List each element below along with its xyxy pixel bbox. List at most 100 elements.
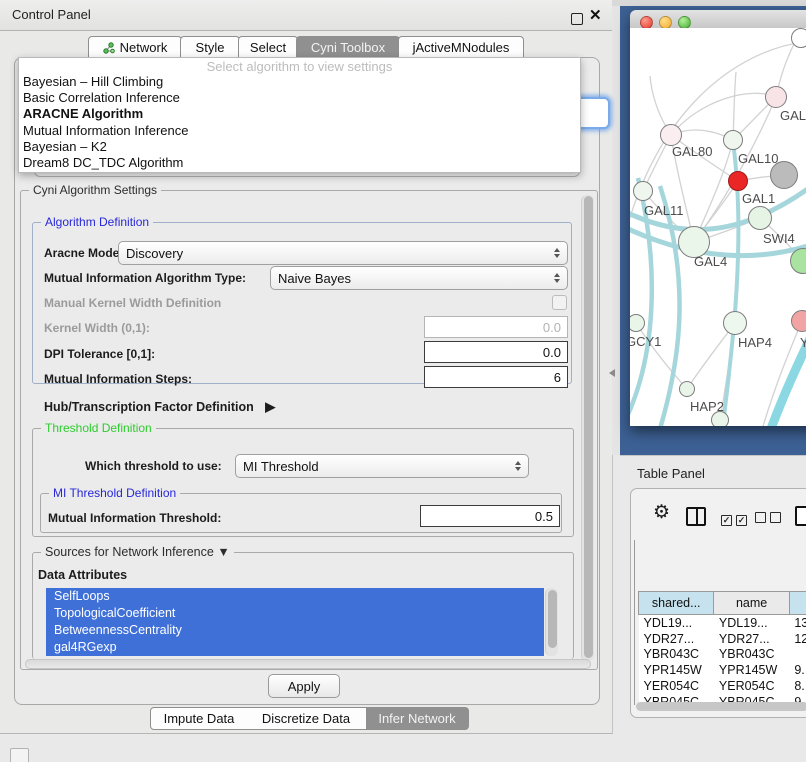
table-row[interactable]: YDR27...YDR27...12 bbox=[639, 631, 806, 647]
splitter-collapse-arrow[interactable] bbox=[609, 369, 615, 377]
table-cell: 8. bbox=[789, 678, 806, 694]
table-row[interactable]: YBR043CYBR043C bbox=[639, 647, 806, 663]
tab-jactivemnodules[interactable]: jActiveMNodules bbox=[398, 36, 524, 58]
list-item[interactable]: gal4RGexp bbox=[46, 639, 544, 656]
network-node-label: GAL80 bbox=[672, 144, 712, 159]
dropdown-item[interactable]: Bayesian – K2 bbox=[19, 139, 580, 155]
network-node[interactable] bbox=[723, 311, 747, 335]
tab-cyni-toolbox[interactable]: Cyni Toolbox bbox=[296, 36, 400, 58]
list-item[interactable]: SelfLoops bbox=[46, 588, 544, 605]
network-node[interactable] bbox=[711, 411, 729, 426]
which-threshold-select[interactable]: MI Threshold bbox=[235, 454, 529, 478]
settings-horizontal-scrollbar[interactable] bbox=[25, 659, 591, 669]
dropdown-item[interactable]: Mutual Information Inference bbox=[19, 123, 580, 139]
table-cell: YDR27... bbox=[639, 631, 714, 647]
list-item[interactable]: TopologicalCoefficient bbox=[46, 605, 544, 622]
control-panel-titlebar: Control Panel ✕ bbox=[0, 0, 612, 31]
dropdown-item-aracne[interactable]: ARACNE Algorithm bbox=[19, 106, 580, 122]
network-node[interactable] bbox=[791, 310, 806, 332]
control-panel-title: Control Panel bbox=[12, 7, 91, 22]
network-node[interactable] bbox=[633, 181, 653, 201]
scrollbar-thumb[interactable] bbox=[584, 196, 593, 658]
select-all-rows-icon[interactable]: ✓✓ bbox=[721, 510, 751, 528]
mi-type-label: Mutual Information Algorithm Type: bbox=[44, 271, 246, 285]
column-header-shared-name[interactable]: shared... bbox=[639, 592, 714, 615]
table-row[interactable]: YER054CYER054C8. bbox=[639, 678, 806, 694]
collapse-triangle-icon[interactable]: ▼ bbox=[217, 545, 229, 559]
float-panel-icon[interactable] bbox=[10, 748, 29, 762]
hub-definition-toggle[interactable]: Hub/Transcription Factor Definition ▶ bbox=[44, 399, 275, 415]
table-horizontal-scrollbar[interactable] bbox=[636, 702, 806, 711]
kernel-width-field[interactable]: 0.0 bbox=[424, 316, 568, 338]
table-cell: 12 bbox=[789, 631, 806, 647]
table-cell: YER054C bbox=[714, 678, 789, 694]
network-node[interactable] bbox=[723, 130, 743, 150]
manual-kernel-checkbox[interactable] bbox=[552, 295, 567, 310]
gear-icon[interactable]: ⚙ bbox=[653, 501, 670, 524]
dropdown-item[interactable]: Bayesian – Hill Climbing bbox=[19, 74, 580, 90]
dropdown-item[interactable]: Dream8 DC_TDC Algorithm bbox=[19, 155, 580, 171]
data-attributes-list[interactable]: SelfLoops TopologicalCoefficient Between… bbox=[46, 588, 544, 656]
mi-steps-field[interactable]: 6 bbox=[424, 366, 568, 388]
desktop-top-strip bbox=[612, 0, 806, 6]
group-title: Threshold Definition bbox=[41, 421, 156, 435]
network-node[interactable] bbox=[770, 161, 798, 189]
expand-triangle-icon[interactable]: ▶ bbox=[265, 399, 275, 414]
combo-value: Discovery bbox=[126, 246, 183, 261]
split-columns-icon[interactable] bbox=[686, 507, 706, 526]
tab-label: Network bbox=[120, 40, 168, 55]
tab-discretize-data[interactable]: Discretize Data bbox=[246, 707, 367, 730]
tab-label: jActiveMNodules bbox=[413, 40, 510, 55]
manual-kernel-label: Manual Kernel Width Definition bbox=[44, 296, 221, 310]
network-node-label: GAL1 bbox=[742, 191, 775, 206]
network-node-label: GAL bbox=[780, 108, 806, 123]
close-icon[interactable]: ✕ bbox=[589, 6, 602, 24]
table-scroll-area[interactable]: shared... name YDL19...YDL19...13YDR27..… bbox=[634, 540, 806, 705]
tab-network[interactable]: Network bbox=[88, 36, 182, 58]
table-cell: YDR27... bbox=[714, 631, 789, 647]
mi-type-select[interactable]: Naive Bayes bbox=[270, 266, 568, 290]
table-row[interactable]: YDL19...YDL19...13 bbox=[639, 615, 806, 631]
network-canvas[interactable]: GALGAL80GAL10GAL1GAL11SWI4GAL4GCY1HAP4YH… bbox=[630, 28, 806, 426]
app-screen: Control Panel ✕ Network Style Select Cyn… bbox=[0, 0, 806, 762]
tab-style[interactable]: Style bbox=[180, 36, 240, 58]
network-node[interactable] bbox=[765, 86, 787, 108]
dpi-tolerance-field[interactable]: 0.0 bbox=[424, 341, 568, 363]
column-header[interactable] bbox=[789, 592, 806, 615]
scrollbar-thumb[interactable] bbox=[548, 590, 557, 648]
aracne-mode-select[interactable]: Discovery bbox=[118, 241, 568, 265]
table-cell: YDL19... bbox=[714, 615, 789, 631]
list-item[interactable]: BetweennessCentrality bbox=[46, 622, 544, 639]
control-panel: Control Panel ✕ Network Style Select Cyn… bbox=[0, 0, 613, 734]
table-row[interactable]: YPR145WYPR145W9. bbox=[639, 662, 806, 678]
settings-vertical-scrollbar[interactable] bbox=[581, 195, 594, 661]
new-function-icon[interactable] bbox=[795, 506, 806, 526]
network-node-label: GCY1 bbox=[630, 334, 661, 349]
network-node[interactable] bbox=[679, 381, 695, 397]
tab-impute-data[interactable]: Impute Data bbox=[150, 707, 248, 730]
mi-threshold-label: Mutual Information Threshold: bbox=[48, 511, 221, 525]
network-node-label: HAP4 bbox=[738, 335, 772, 350]
network-node[interactable] bbox=[728, 171, 748, 191]
table-cell: YPR145W bbox=[714, 662, 789, 678]
deselect-all-rows-icon[interactable] bbox=[755, 510, 785, 528]
network-node[interactable] bbox=[748, 206, 772, 230]
column-header-name[interactable]: name bbox=[714, 592, 789, 615]
table-cell: YBR043C bbox=[639, 647, 714, 663]
tab-select[interactable]: Select bbox=[238, 36, 298, 58]
table-panel: ⚙ ✓✓ shared... name bbox=[630, 488, 806, 718]
apply-button[interactable]: Apply bbox=[268, 674, 340, 698]
network-node[interactable] bbox=[660, 124, 682, 146]
network-node[interactable] bbox=[791, 28, 806, 48]
group-title: Algorithm Definition bbox=[41, 215, 153, 229]
attributes-list-scrollbar[interactable] bbox=[545, 588, 558, 656]
dropdown-item[interactable]: Basic Correlation Inference bbox=[19, 90, 580, 106]
group-title: Sources for Network Inference ▼ bbox=[41, 545, 234, 559]
float-window-icon[interactable] bbox=[571, 13, 583, 25]
tab-infer-network[interactable]: Infer Network bbox=[366, 707, 469, 730]
network-window-titlebar[interactable] bbox=[630, 10, 806, 29]
network-view-window: GALGAL80GAL10GAL1GAL11SWI4GAL4GCY1HAP4YH… bbox=[630, 10, 806, 426]
node-attribute-table: shared... name YDL19...YDL19...13YDR27..… bbox=[638, 591, 806, 705]
mi-threshold-field[interactable]: 0.5 bbox=[420, 505, 560, 527]
data-attributes-label: Data Attributes bbox=[38, 568, 127, 582]
